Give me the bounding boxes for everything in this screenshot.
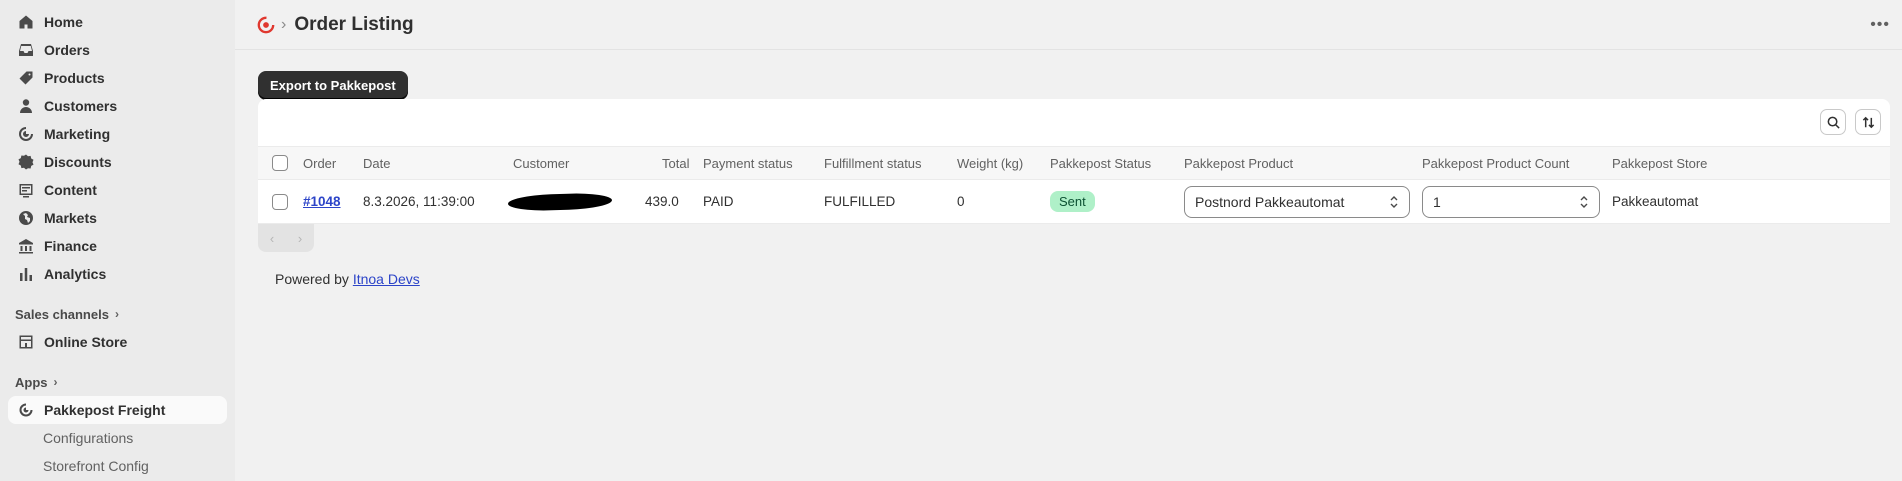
sales-channels-heading[interactable]: Sales channels › [8,300,227,328]
discount-icon [18,154,34,170]
weight-cell: 0 [957,194,965,209]
column-header[interactable]: Pakkepost Product Count [1422,147,1569,179]
more-actions-icon[interactable]: ••• [1870,16,1890,34]
pakkepost-product-count-select[interactable]: 1 [1422,185,1600,218]
person-icon [18,98,34,114]
fulfillment-status-cell: FULFILLED [824,194,896,209]
search-icon [1827,116,1840,129]
footer: Powered by Itnoa Devs [275,271,420,287]
sidebar-item-orders[interactable]: Orders [8,36,227,64]
home-icon [18,14,34,30]
footer-text: Powered by [275,271,353,287]
sidebar-item-label: Products [44,70,105,86]
sidebar-item-label: Discounts [44,154,112,170]
row-select-cell [272,180,288,223]
select-all-cell [272,147,288,179]
select-chevron-icon [1580,195,1588,208]
sidebar-item-online-store[interactable]: Online Store [8,328,227,356]
sidebar-item-markets[interactable]: Markets [8,204,227,232]
column-header[interactable]: Order [303,147,336,179]
row-checkbox[interactable] [272,193,288,210]
bank-icon [18,238,34,254]
status-badge: Sent [1050,191,1095,212]
content-icon [18,182,34,198]
product-cell: Postnord Pakkeautomat [1184,180,1410,223]
export-to-pakkepost-button[interactable]: Export to Pakkepost [258,71,408,99]
table-header: Order Date Customer Total Payment status… [258,146,1890,180]
column-header[interactable]: Pakkepost Store [1612,147,1707,179]
page-header: › Order Listing ••• [235,0,1902,50]
store-cell: Pakkeautomat [1612,194,1699,209]
select-all-checkbox[interactable] [272,155,288,171]
sidebar-item-products[interactable]: Products [8,64,227,92]
pakkepost-product-value: Postnord Pakkeautomat [1195,193,1345,210]
sidebar-item-analytics[interactable]: Analytics [8,260,227,288]
pakkepost-product-select[interactable]: Postnord Pakkeautomat [1184,185,1410,218]
sidebar-item-label: Orders [44,42,90,58]
column-header[interactable]: Date [363,147,390,179]
orders-table-card: Order Date Customer Total Payment status… [258,99,1890,224]
sidebar-item-finance[interactable]: Finance [8,232,227,260]
sidebar: Home Orders Products Customers Marketing… [0,0,235,481]
itnoa-devs-link[interactable]: Itnoa Devs [353,271,420,287]
sidebar-item-label: Analytics [44,266,107,282]
select-chevron-icon [1390,195,1398,208]
sales-channels-label: Sales channels [15,306,109,322]
pakkepost-logo-icon [257,16,275,33]
sidebar-item-marketing[interactable]: Marketing [8,120,227,148]
redacted-customer-name [507,191,613,212]
pakkepost-status-cell: Sent [1050,180,1095,223]
apps-heading[interactable]: Apps › [8,368,227,396]
sidebar-item-discounts[interactable]: Discounts [8,148,227,176]
column-header[interactable]: Fulfillment status [824,147,922,179]
column-header[interactable]: Total [662,147,689,179]
sort-icon [1862,116,1874,128]
sidebar-item-label: Online Store [44,334,128,350]
globe-icon [18,210,34,226]
apps-label: Apps [15,374,48,390]
page-title: Order Listing [294,13,414,35]
sidebar-item-content[interactable]: Content [8,176,227,204]
sidebar-item-label: Home [44,14,83,30]
chevron-right-icon: › [53,375,58,389]
table-row[interactable]: #1048 8.3.2026, 11:39:00 439.0 PAID FULF… [258,180,1890,224]
date-cell: 8.3.2026, 11:39:00 [363,194,475,209]
sidebar-item-label: Pakkepost Freight [44,402,166,418]
order-cell: #1048 [303,180,341,223]
search-button[interactable] [1820,109,1846,135]
store-icon [18,334,34,350]
sidebar-item-pakkepost-freight[interactable]: Pakkepost Freight [8,396,227,424]
sidebar-item-customers[interactable]: Customers [8,92,227,120]
column-header[interactable]: Customer [513,147,569,179]
column-header[interactable]: Payment status [703,147,793,179]
next-page-button[interactable]: › [286,224,314,252]
column-header[interactable]: Weight (kg) [957,147,1023,179]
previous-page-button[interactable]: ‹ [258,224,286,252]
column-header[interactable]: Pakkepost Product [1184,147,1293,179]
sidebar-subitem-storefront-config[interactable]: Storefront Config [8,452,227,480]
sidebar-item-label: Finance [44,238,97,254]
column-header[interactable]: Pakkepost Status [1050,147,1151,179]
product-count-cell: 1 [1422,180,1600,223]
pagination: ‹ › [258,224,314,252]
sidebar-item-label: Customers [44,98,118,114]
sidebar-item-label: Marketing [44,126,111,142]
breadcrumb-separator: › [281,15,287,33]
tag-icon [18,70,34,86]
inbox-icon [18,42,34,58]
pakkepost-app-icon [18,402,34,418]
pakkepost-product-count-value: 1 [1433,193,1441,210]
order-link[interactable]: #1048 [303,194,341,209]
customer-cell [507,180,613,223]
sidebar-item-label: Content [44,182,97,198]
chart-icon [18,266,34,282]
chevron-right-icon: › [114,307,119,321]
sort-button[interactable] [1855,109,1881,135]
payment-status-cell: PAID [703,194,734,209]
total-cell: 439.0 [645,194,679,209]
sidebar-item-label: Markets [44,210,97,226]
target-icon [18,126,34,142]
sidebar-subitem-configurations[interactable]: Configurations [8,424,227,452]
sidebar-item-home[interactable]: Home [8,8,227,36]
